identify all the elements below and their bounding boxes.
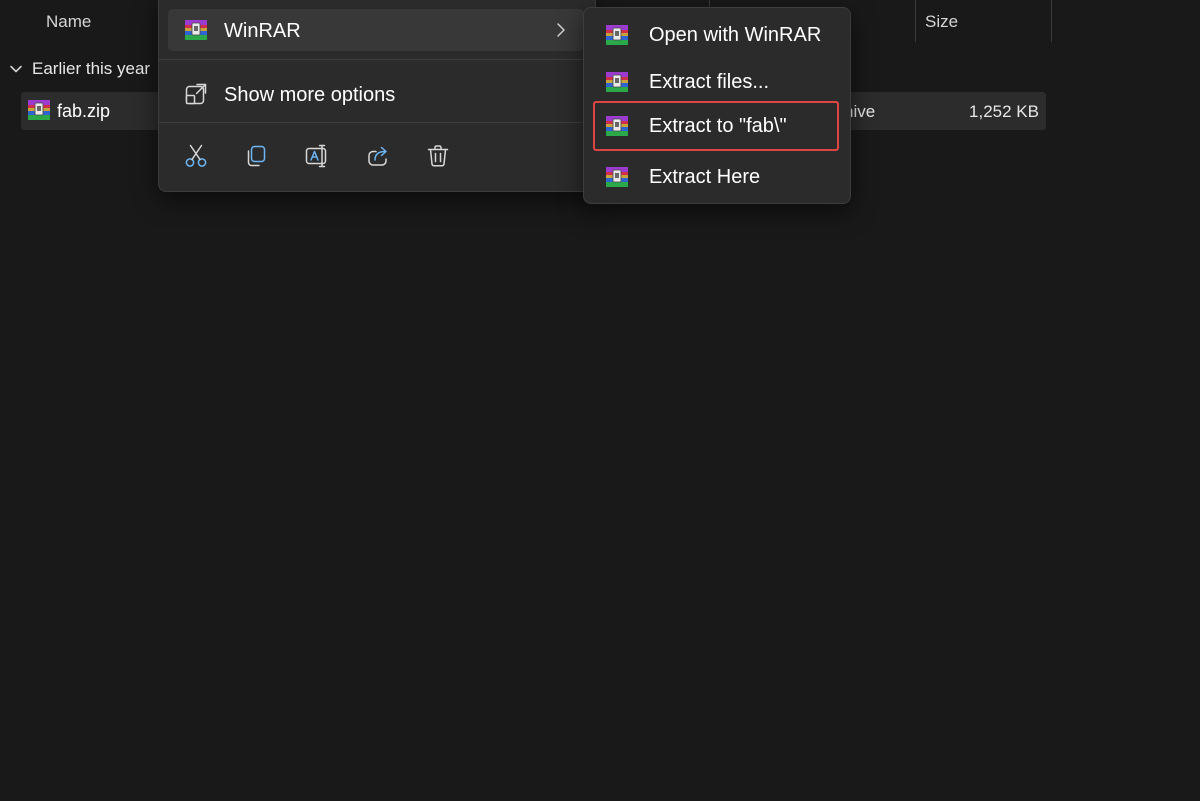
- share-icon[interactable]: [365, 143, 391, 169]
- column-size-header[interactable]: Size: [925, 12, 958, 32]
- copy-icon[interactable]: [243, 143, 269, 169]
- menu-item-winrar[interactable]: WinRAR: [168, 9, 584, 51]
- winrar-icon: [605, 166, 629, 188]
- submenu-item-label: Extract Here: [649, 166, 761, 188]
- menu-divider: [159, 59, 595, 60]
- winrar-icon: [605, 71, 629, 93]
- winrar-icon: [605, 24, 629, 46]
- submenu-item-label: Extract files...: [649, 71, 770, 93]
- menu-divider: [159, 122, 595, 123]
- column-divider[interactable]: [1051, 0, 1052, 42]
- group-header[interactable]: Earlier this year: [8, 56, 150, 82]
- menu-item-show-more-options[interactable]: Show more options: [168, 73, 584, 115]
- file-name: fab.zip: [57, 101, 111, 121]
- column-name-header[interactable]: Name: [46, 12, 91, 32]
- group-label: Earlier this year: [32, 59, 151, 78]
- file-size: 1,252 KB: [969, 102, 1039, 121]
- winrar-archive-icon: [27, 99, 51, 121]
- highlight-box: [593, 101, 839, 151]
- open-external-icon: [185, 83, 207, 105]
- menu-item-label: Show more options: [224, 84, 396, 106]
- menu-item-label: WinRAR: [224, 20, 301, 42]
- cut-icon[interactable]: [183, 143, 209, 169]
- column-divider[interactable]: [915, 0, 916, 42]
- submenu-item-open-with-winrar[interactable]: Open with WinRAR: [594, 15, 840, 55]
- delete-icon[interactable]: [425, 143, 451, 169]
- context-menu: WinRAR Show more options: [158, 0, 596, 192]
- rename-icon[interactable]: [304, 143, 330, 169]
- submenu-item-label: Open with WinRAR: [649, 24, 822, 46]
- winrar-submenu: Open with WinRAR Extract files... Extrac…: [583, 7, 851, 204]
- chevron-right-icon: [557, 23, 565, 37]
- winrar-icon: [184, 19, 208, 41]
- chevron-down-icon: [10, 65, 22, 73]
- submenu-item-extract-here[interactable]: Extract Here: [594, 157, 840, 197]
- submenu-item-extract-files[interactable]: Extract files...: [594, 62, 840, 102]
